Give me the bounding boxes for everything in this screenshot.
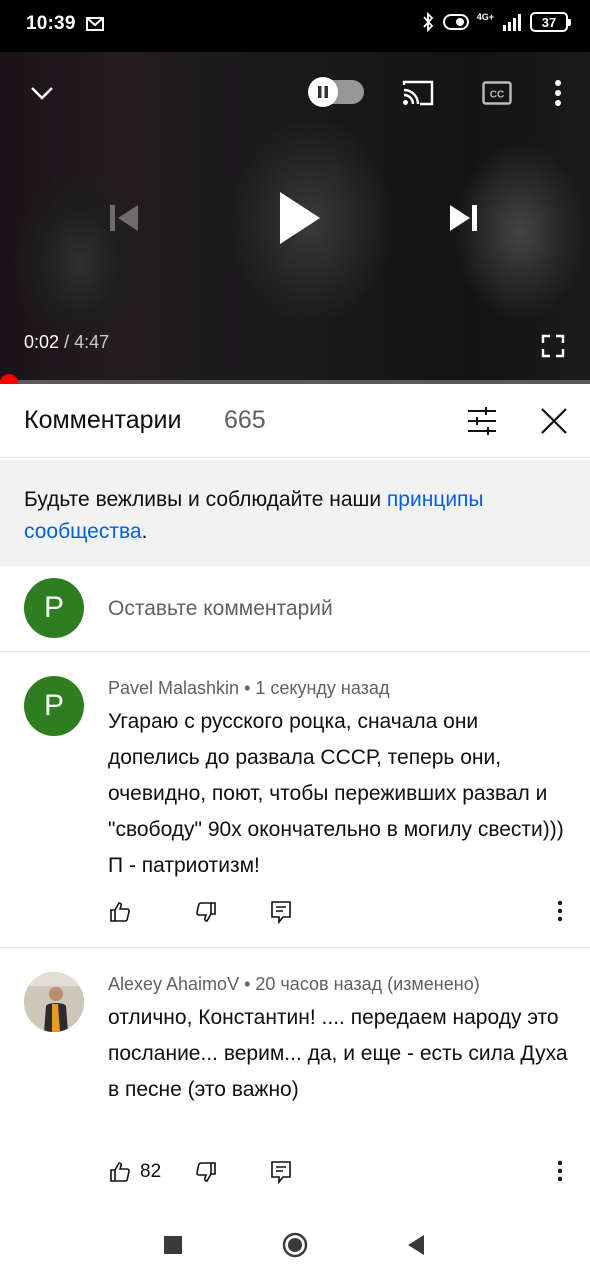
previous-icon[interactable] [106,203,142,233]
guidelines-suffix: . [141,520,148,543]
pause-icon [308,77,338,107]
comment-menu-button[interactable] [556,900,564,922]
status-time: 10:39 [26,13,76,34]
comment-item: P Pavel Malashkin • 1 секунду назад Угар… [0,654,590,948]
status-bar: 10:39 4G+ 37 [0,0,590,52]
autoplay-toggle[interactable] [308,77,364,107]
close-icon[interactable] [539,406,569,436]
network-type: 4G+ [476,12,494,22]
commenter-avatar[interactable]: P [24,676,84,736]
thumbs-up-icon [110,902,130,922]
comment-author[interactable]: Pavel Malashkin [108,678,239,698]
status-icons: 4G+ 37 [421,12,571,32]
comments-header: Комментарии 665 [0,384,590,458]
time-display: 0:02 / 4:47 [24,332,109,353]
like-button[interactable]: 82 [108,1160,161,1184]
current-time: 0:02 [24,332,60,352]
avatar-photo-image [24,972,84,1032]
dislike-button[interactable] [194,900,218,924]
guidelines-text: Будьте вежливы и соблюдайте наши [24,488,387,511]
fullscreen-icon[interactable] [541,334,565,358]
svg-text:CC: CC [490,90,504,101]
meta-dot: • [244,974,256,994]
reply-icon [271,901,291,924]
reply-button[interactable] [270,900,292,924]
comment-actions: 82 [108,1160,578,1190]
comment-meta: Alexey AhaimoV • 20 часов назад (изменен… [108,974,480,995]
chevron-down-icon[interactable] [26,80,58,104]
thumbs-down-icon [196,902,216,922]
cast-icon[interactable] [402,80,434,106]
thumbs-down-icon [196,1162,216,1182]
recent-apps-icon[interactable] [164,1236,182,1254]
alarm-toggle-icon [442,14,469,30]
time-separator: / [64,332,70,352]
bluetooth-icon [423,12,433,32]
play-icon[interactable] [274,190,324,246]
commenter-avatar[interactable] [24,972,84,1032]
mail-icon [86,17,104,31]
captions-icon[interactable]: CC [482,81,512,105]
comment-input[interactable]: Оставьте комментарий [108,597,333,621]
battery-icon: 37 [530,12,571,32]
sort-filter-icon[interactable] [466,406,498,436]
duration: 4:47 [74,332,110,352]
comment-compose[interactable]: P Оставьте комментарий [0,566,590,652]
dislike-button[interactable] [194,1160,218,1184]
comment-menu-button[interactable] [556,1160,564,1182]
home-icon[interactable] [282,1232,308,1258]
comments-count: 665 [224,406,266,434]
avatar-letter: P [43,591,64,624]
comment-text: отлично, Константин! .... передаем народ… [108,1006,568,1101]
comment-meta: Pavel Malashkin • 1 секунду назад [108,678,389,699]
reply-icon [271,1161,291,1184]
comment-time: 1 секунду назад [255,678,390,698]
comment-time: 20 часов назад (изменено) [255,974,480,994]
meta-dot: • [244,678,256,698]
thumbs-up-icon [110,1162,130,1182]
reply-button[interactable] [270,1160,292,1184]
comment-actions [108,900,578,930]
community-guidelines-notice: Будьте вежливы и соблюдайте наши принцип… [0,460,590,566]
avatar-letter: P [43,689,64,722]
back-icon[interactable] [406,1234,426,1256]
like-button[interactable] [108,900,132,924]
battery-level: 37 [541,14,557,30]
more-vert-icon[interactable] [553,79,563,107]
system-nav-bar [0,1210,590,1280]
more-vert-icon [557,1160,563,1182]
user-avatar: P [24,578,84,638]
comments-title: Комментарии [24,406,182,434]
next-icon[interactable] [448,203,480,233]
like-count: 82 [140,1161,162,1182]
comment-item: Alexey AhaimoV • 20 часов назад (изменен… [0,950,590,1208]
more-vert-icon [557,900,563,922]
comment-author[interactable]: Alexey AhaimoV [108,974,239,994]
comment-text: Угараю с русского роцка, сначала они доп… [108,710,564,877]
video-player[interactable]: CC 0:02 / 4:47 [0,52,590,382]
signal-icon [503,14,521,31]
